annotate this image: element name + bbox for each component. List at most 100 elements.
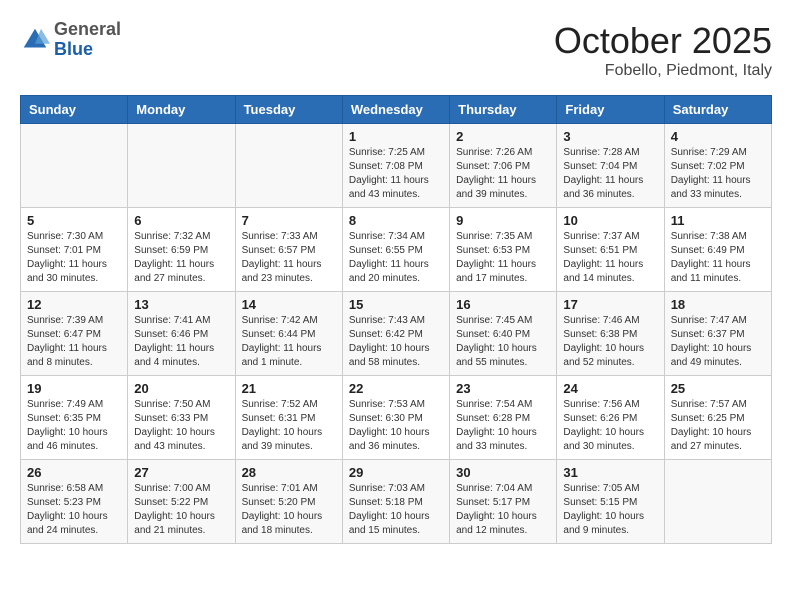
- calendar-cell: 26 Sunrise: 6:58 AMSunset: 5:23 PMDayligh…: [21, 460, 128, 544]
- calendar-day-header: Friday: [557, 96, 664, 124]
- day-number: 16: [456, 297, 550, 312]
- calendar-cell: 29 Sunrise: 7:03 AMSunset: 5:18 PMDayligh…: [342, 460, 449, 544]
- calendar-cell: 2Sunrise: 7:26 AMSunset: 7:06 PMDaylight…: [450, 124, 557, 208]
- calendar-day-header: Monday: [128, 96, 235, 124]
- day-info: Sunrise: 7:04 AMSunset: 5:17 PMDaylight:…: [456, 482, 550, 538]
- day-info: Sunrise: 7:33 AMSunset: 6:57 PMDaylight:…: [242, 230, 336, 286]
- day-number: 24: [563, 381, 657, 396]
- day-number: 17: [563, 297, 657, 312]
- logo-blue-text: Blue: [54, 40, 121, 60]
- logo-general-text: General: [54, 20, 121, 40]
- calendar-cell: 22 Sunrise: 7:53 AMSunset: 6:30 PMDayligh…: [342, 376, 449, 460]
- day-number: 5: [27, 213, 121, 228]
- day-info: Sunrise: 7:49 AMSunset: 6:35 PMDaylight:…: [27, 398, 121, 454]
- calendar-cell: 28 Sunrise: 7:01 AMSunset: 5:20 PMDayligh…: [235, 460, 342, 544]
- day-info: Sunrise: 7:47 AMSunset: 6:37 PMDaylight:…: [671, 314, 765, 370]
- day-info: Sunrise: 7:42 AMSunset: 6:44 PMDaylight:…: [242, 314, 336, 370]
- calendar-table: SundayMondayTuesdayWednesdayThursdayFrid…: [20, 95, 772, 544]
- day-info: Sunrise: 7:26 AMSunset: 7:06 PMDaylight:…: [456, 146, 550, 202]
- day-number: 6: [134, 213, 228, 228]
- day-info: Sunrise: 7:25 AMSunset: 7:08 PMDaylight:…: [349, 146, 443, 202]
- day-number: 23: [456, 381, 550, 396]
- day-number: 9: [456, 213, 550, 228]
- day-number: 22: [349, 381, 443, 396]
- day-info: Sunrise: 7:56 AMSunset: 6:26 PMDaylight:…: [563, 398, 657, 454]
- calendar-week-row: 26 Sunrise: 6:58 AMSunset: 5:23 PMDayligh…: [21, 460, 772, 544]
- calendar-cell: 21 Sunrise: 7:52 AMSunset: 6:31 PMDayligh…: [235, 376, 342, 460]
- calendar-cell: [128, 124, 235, 208]
- day-number: 18: [671, 297, 765, 312]
- calendar-cell: [235, 124, 342, 208]
- title-section: October 2025 Fobello, Piedmont, Italy: [554, 20, 772, 80]
- day-number: 21: [242, 381, 336, 396]
- day-number: 7: [242, 213, 336, 228]
- day-number: 28: [242, 465, 336, 480]
- page-container: General Blue October 2025 Fobello, Piedm…: [0, 0, 792, 554]
- day-info: Sunrise: 7:30 AMSunset: 7:01 PMDaylight:…: [27, 230, 121, 286]
- calendar-week-row: 19 Sunrise: 7:49 AMSunset: 6:35 PMDayligh…: [21, 376, 772, 460]
- day-info: Sunrise: 7:03 AMSunset: 5:18 PMDaylight:…: [349, 482, 443, 538]
- day-info: Sunrise: 7:28 AMSunset: 7:04 PMDaylight:…: [563, 146, 657, 202]
- logo-text: General Blue: [54, 20, 121, 60]
- day-number: 20: [134, 381, 228, 396]
- day-info: Sunrise: 7:46 AMSunset: 6:38 PMDaylight:…: [563, 314, 657, 370]
- calendar-cell: [21, 124, 128, 208]
- day-info: Sunrise: 7:52 AMSunset: 6:31 PMDaylight:…: [242, 398, 336, 454]
- day-number: 27: [134, 465, 228, 480]
- day-number: 29: [349, 465, 443, 480]
- calendar-cell: 30 Sunrise: 7:04 AMSunset: 5:17 PMDayligh…: [450, 460, 557, 544]
- day-number: 30: [456, 465, 550, 480]
- day-number: 11: [671, 213, 765, 228]
- day-info: Sunrise: 7:57 AMSunset: 6:25 PMDaylight:…: [671, 398, 765, 454]
- calendar-cell: 11 Sunrise: 7:38 AMSunset: 6:49 PMDayligh…: [664, 208, 771, 292]
- calendar-cell: 1 Sunrise: 7:25 AMSunset: 7:08 PMDaylight…: [342, 124, 449, 208]
- day-info: Sunrise: 7:05 AMSunset: 5:15 PMDaylight:…: [563, 482, 657, 538]
- day-info: Sunrise: 7:01 AMSunset: 5:20 PMDaylight:…: [242, 482, 336, 538]
- calendar-cell: 7 Sunrise: 7:33 AMSunset: 6:57 PMDaylight…: [235, 208, 342, 292]
- day-info: Sunrise: 7:41 AMSunset: 6:46 PMDaylight:…: [134, 314, 228, 370]
- day-number: 12: [27, 297, 121, 312]
- day-info: Sunrise: 7:37 AMSunset: 6:51 PMDaylight:…: [563, 230, 657, 286]
- day-info: Sunrise: 7:53 AMSunset: 6:30 PMDaylight:…: [349, 398, 443, 454]
- calendar-cell: 9 Sunrise: 7:35 AMSunset: 6:53 PMDaylight…: [450, 208, 557, 292]
- day-info: Sunrise: 7:50 AMSunset: 6:33 PMDaylight:…: [134, 398, 228, 454]
- calendar-cell: 13 Sunrise: 7:41 AMSunset: 6:46 PMDayligh…: [128, 292, 235, 376]
- calendar-week-row: 1 Sunrise: 7:25 AMSunset: 7:08 PMDaylight…: [21, 124, 772, 208]
- calendar-cell: 23 Sunrise: 7:54 AMSunset: 6:28 PMDayligh…: [450, 376, 557, 460]
- calendar-day-header: Thursday: [450, 96, 557, 124]
- logo-icon: [20, 25, 50, 55]
- calendar-cell: 12 Sunrise: 7:39 AMSunset: 6:47 PMDayligh…: [21, 292, 128, 376]
- day-number: 19: [27, 381, 121, 396]
- day-info: Sunrise: 7:34 AMSunset: 6:55 PMDaylight:…: [349, 230, 443, 286]
- calendar-cell: 25Sunrise: 7:57 AMSunset: 6:25 PMDayligh…: [664, 376, 771, 460]
- calendar-cell: 27Sunrise: 7:00 AMSunset: 5:22 PMDayligh…: [128, 460, 235, 544]
- calendar-day-header: Wednesday: [342, 96, 449, 124]
- day-info: Sunrise: 7:39 AMSunset: 6:47 PMDaylight:…: [27, 314, 121, 370]
- day-number: 4: [671, 129, 765, 144]
- calendar-cell: 8 Sunrise: 7:34 AMSunset: 6:55 PMDaylight…: [342, 208, 449, 292]
- calendar-cell: 4 Sunrise: 7:29 AMSunset: 7:02 PMDaylight…: [664, 124, 771, 208]
- calendar-cell: 31 Sunrise: 7:05 AMSunset: 5:15 PMDayligh…: [557, 460, 664, 544]
- day-number: 15: [349, 297, 443, 312]
- day-number: 26: [27, 465, 121, 480]
- day-info: Sunrise: 7:38 AMSunset: 6:49 PMDaylight:…: [671, 230, 765, 286]
- calendar-cell: 24 Sunrise: 7:56 AMSunset: 6:26 PMDayligh…: [557, 376, 664, 460]
- logo: General Blue: [20, 20, 121, 60]
- day-number: 1: [349, 129, 443, 144]
- day-number: 14: [242, 297, 336, 312]
- calendar-cell: 3Sunrise: 7:28 AMSunset: 7:04 PMDaylight…: [557, 124, 664, 208]
- day-info: Sunrise: 7:35 AMSunset: 6:53 PMDaylight:…: [456, 230, 550, 286]
- day-info: Sunrise: 7:29 AMSunset: 7:02 PMDaylight:…: [671, 146, 765, 202]
- calendar-cell: 18 Sunrise: 7:47 AMSunset: 6:37 PMDayligh…: [664, 292, 771, 376]
- calendar-cell: 16 Sunrise: 7:45 AMSunset: 6:40 PMDayligh…: [450, 292, 557, 376]
- day-number: 13: [134, 297, 228, 312]
- day-info: Sunrise: 6:58 AMSunset: 5:23 PMDaylight:…: [27, 482, 121, 538]
- day-info: Sunrise: 7:43 AMSunset: 6:42 PMDaylight:…: [349, 314, 443, 370]
- header: General Blue October 2025 Fobello, Piedm…: [20, 20, 772, 80]
- day-number: 31: [563, 465, 657, 480]
- calendar-day-header: Saturday: [664, 96, 771, 124]
- day-info: Sunrise: 7:54 AMSunset: 6:28 PMDaylight:…: [456, 398, 550, 454]
- day-number: 8: [349, 213, 443, 228]
- calendar-cell: 6Sunrise: 7:32 AMSunset: 6:59 PMDaylight…: [128, 208, 235, 292]
- day-info: Sunrise: 7:45 AMSunset: 6:40 PMDaylight:…: [456, 314, 550, 370]
